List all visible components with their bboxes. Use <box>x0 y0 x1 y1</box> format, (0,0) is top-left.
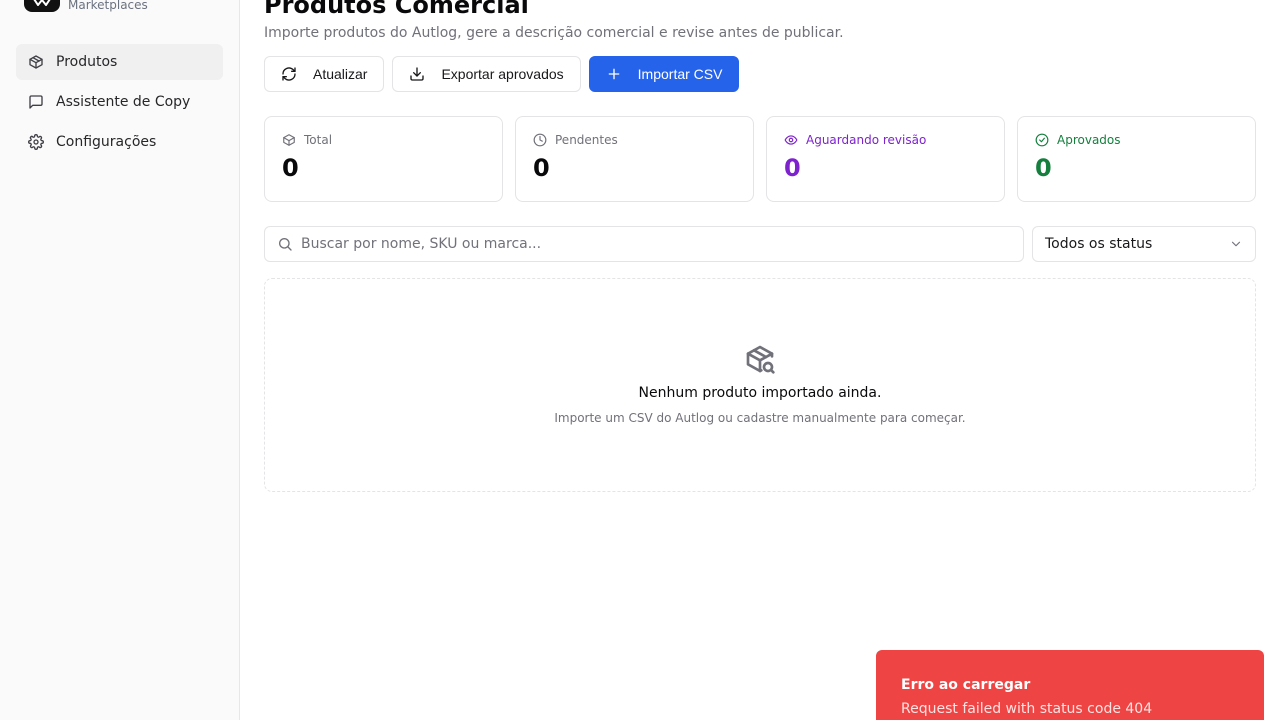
check-circle-icon <box>1035 133 1049 147</box>
sidebar-item-label: Assistente de Copy <box>56 94 191 110</box>
sidebar: Marketplaces Produtos Assistente de Copy… <box>0 0 240 720</box>
error-toast[interactable]: Erro ao carregar Request failed with sta… <box>876 650 1264 720</box>
brand-subtitle: Marketplaces <box>68 0 148 12</box>
refresh-icon <box>282 67 296 81</box>
stat-label: Pendentes <box>555 133 618 147</box>
refresh-button[interactable]: Atualizar <box>264 56 385 92</box>
stat-value: 0 <box>282 154 299 182</box>
stat-value: 0 <box>1035 154 1052 182</box>
plus-icon <box>608 68 619 80</box>
stat-card-total: Total 0 <box>264 116 503 202</box>
search-icon <box>279 238 292 251</box>
stat-value: 0 <box>533 154 550 182</box>
package-search-icon <box>746 345 775 374</box>
stat-label: Aguardando revisão <box>806 133 927 147</box>
toolbar: Atualizar Exportar aprovados Importar CS… <box>264 56 747 92</box>
export-button-label: Exportar aprovados <box>441 66 564 82</box>
chevron-down-icon <box>1231 241 1241 247</box>
stat-value: 0 <box>784 154 801 182</box>
sidebar-item-configuracoes[interactable]: Configurações <box>16 124 223 160</box>
brand-logo <box>24 0 60 12</box>
clock-icon <box>533 133 547 147</box>
stat-label: Total <box>304 133 333 147</box>
page-title: Produtos Comercial <box>264 0 529 19</box>
stat-card-pendentes: Pendentes 0 <box>515 116 754 202</box>
stat-label: Aprovados <box>1057 133 1121 147</box>
stat-card-aguardando-revisao: Aguardando revisão 0 <box>766 116 1005 202</box>
filter-bar: Todos os status <box>264 226 1256 262</box>
stats-row: Total 0 Pendentes 0 Aguardando revisão 0… <box>264 116 1256 202</box>
sidebar-item-produtos[interactable]: Produtos <box>16 44 223 80</box>
sidebar-nav: Produtos Assistente de Copy Configuraçõe… <box>16 44 223 164</box>
brand: Marketplaces <box>24 0 148 12</box>
status-select[interactable]: Todos os status <box>1032 226 1256 262</box>
package-icon <box>283 134 295 146</box>
sidebar-item-label: Produtos <box>56 54 118 70</box>
eye-icon <box>784 135 798 145</box>
toast-title: Erro ao carregar <box>901 677 1031 693</box>
gear-icon <box>28 134 44 150</box>
download-icon <box>410 67 425 81</box>
sidebar-item-assistente-copy[interactable]: Assistente de Copy <box>16 84 223 120</box>
search-box <box>264 226 1024 262</box>
empty-state: Nenhum produto importado ainda. Importe … <box>264 278 1256 492</box>
import-button-label: Importar CSV <box>637 66 723 82</box>
status-select-value: Todos os status <box>1045 236 1153 252</box>
stat-card-aprovados: Aprovados 0 <box>1017 116 1256 202</box>
page-subtitle: Importe produtos do Autlog, gere a descr… <box>264 25 844 41</box>
message-square-icon <box>29 95 43 109</box>
export-approved-button[interactable]: Exportar aprovados <box>392 56 581 92</box>
toast-message: Request failed with status code 404 <box>901 701 1153 717</box>
empty-state-subtitle: Importe um CSV do Autlog ou cadastre man… <box>554 411 966 425</box>
import-csv-button[interactable]: Importar CSV <box>588 56 740 92</box>
empty-state-title: Nenhum produto importado ainda. <box>638 385 882 401</box>
package-icon <box>29 55 43 69</box>
refresh-button-label: Atualizar <box>313 66 368 82</box>
search-input[interactable] <box>301 236 1001 252</box>
sidebar-item-label: Configurações <box>56 134 157 150</box>
